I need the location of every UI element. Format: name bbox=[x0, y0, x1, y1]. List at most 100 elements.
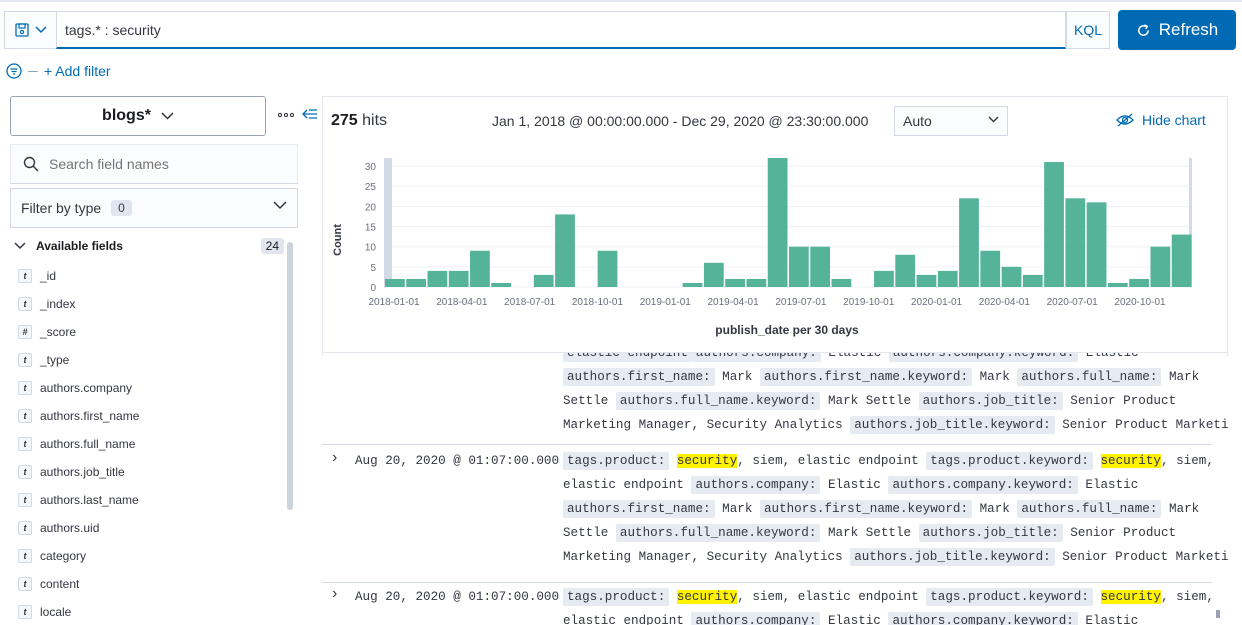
row-divider bbox=[322, 582, 1212, 583]
collapse-sidebar-icon[interactable] bbox=[302, 108, 318, 122]
document-timestamp: Aug 20, 2020 @ 01:07:00.000 bbox=[355, 454, 560, 468]
field-item[interactable]: t authors.last_name bbox=[18, 486, 278, 514]
x-tick-label: 2020-07-01 bbox=[1047, 297, 1099, 308]
field-item[interactable]: t authors.first_name bbox=[18, 402, 278, 430]
string-type-icon: t bbox=[18, 297, 32, 311]
field-value: , siem, elastic endpoint bbox=[737, 454, 927, 468]
table-scrollbar[interactable] bbox=[1216, 610, 1220, 618]
field-value: Marketing Manager, Security Analytics bbox=[563, 418, 851, 432]
histogram-bar[interactable] bbox=[831, 278, 852, 287]
field-value: Elastic bbox=[1077, 614, 1139, 625]
document-source-line: tags.product: security, siem, elastic en… bbox=[563, 449, 1214, 473]
histogram-bar[interactable] bbox=[385, 278, 405, 287]
sidebar-scrollbar[interactable] bbox=[287, 242, 293, 510]
x-tick-label: 2018-01-01 bbox=[368, 297, 420, 308]
field-item[interactable]: t authors.uid bbox=[18, 514, 278, 542]
histogram-bar[interactable] bbox=[1086, 202, 1107, 287]
more-options-icon[interactable] bbox=[278, 112, 294, 118]
histogram-bar[interactable] bbox=[1150, 246, 1171, 287]
field-key: authors.first_name.keyword: bbox=[759, 500, 973, 518]
y-tick-label: 30 bbox=[365, 162, 377, 173]
field-key: elastic endpoint bbox=[563, 353, 692, 362]
filter-by-type-label: Filter by type bbox=[21, 200, 102, 216]
interval-select[interactable]: Auto bbox=[894, 106, 1008, 136]
add-filter-button[interactable]: + Add filter bbox=[44, 63, 111, 79]
chevron-down-icon bbox=[14, 242, 26, 250]
histogram-bar[interactable] bbox=[1171, 234, 1192, 287]
field-key: tags.product: bbox=[563, 588, 670, 606]
histogram-bar[interactable] bbox=[1065, 198, 1086, 287]
field-key: authors.company.keyword: bbox=[888, 476, 1078, 494]
field-name: category bbox=[40, 549, 87, 563]
histogram-bar[interactable] bbox=[959, 198, 979, 287]
hide-chart-button[interactable]: Hide chart bbox=[1116, 112, 1206, 128]
histogram-bar[interactable] bbox=[895, 254, 916, 287]
expand-row-toggle[interactable]: › bbox=[332, 449, 337, 467]
field-search bbox=[10, 144, 298, 184]
histogram-bar[interactable] bbox=[746, 278, 767, 287]
string-type-icon: t bbox=[18, 549, 32, 563]
histogram-bar[interactable] bbox=[1001, 266, 1022, 287]
search-field-names-input[interactable] bbox=[49, 156, 289, 172]
histogram-bar[interactable] bbox=[555, 214, 575, 287]
string-type-icon: t bbox=[18, 437, 32, 451]
filter-options-icon[interactable] bbox=[6, 63, 22, 79]
field-item[interactable]: t authors.job_title bbox=[18, 458, 278, 486]
eye-closed-icon bbox=[1116, 113, 1134, 127]
histogram-bar[interactable] bbox=[406, 278, 427, 287]
field-name: _score bbox=[40, 325, 77, 339]
histogram-bar[interactable] bbox=[1129, 278, 1149, 287]
range-boundary-left bbox=[384, 158, 392, 287]
filter-by-type-button[interactable]: Filter by type 0 bbox=[10, 188, 298, 228]
histogram-bar[interactable] bbox=[1022, 274, 1043, 287]
field-item[interactable]: t authors.full_name bbox=[18, 430, 278, 458]
histogram-bar[interactable] bbox=[427, 270, 448, 287]
histogram-bar[interactable] bbox=[597, 250, 618, 287]
field-item[interactable]: t authors.company bbox=[18, 374, 278, 402]
field-key: authors.company.keyword: bbox=[888, 612, 1078, 625]
histogram-bar[interactable] bbox=[725, 278, 745, 287]
histogram-bar[interactable] bbox=[682, 282, 703, 287]
histogram-bar[interactable] bbox=[470, 250, 490, 287]
divider bbox=[28, 70, 38, 72]
histogram-bar[interactable] bbox=[703, 262, 724, 287]
histogram-bar[interactable] bbox=[810, 246, 831, 287]
histogram-bar[interactable] bbox=[916, 274, 937, 287]
field-value bbox=[1093, 590, 1101, 604]
histogram-bar[interactable] bbox=[767, 158, 788, 287]
string-type-icon: t bbox=[18, 577, 32, 591]
histogram-bar[interactable] bbox=[491, 282, 512, 287]
histogram-bar[interactable] bbox=[874, 270, 894, 287]
field-key: authors.full_name.keyword: bbox=[615, 392, 821, 410]
available-fields-header[interactable]: Available fields 24 bbox=[14, 236, 284, 256]
field-item[interactable]: t content bbox=[18, 570, 278, 598]
field-value: Mark bbox=[972, 502, 1018, 516]
field-value: elastic endpoint bbox=[563, 478, 692, 492]
index-pattern-selector[interactable]: blogs* bbox=[10, 96, 266, 136]
histogram-bar[interactable] bbox=[533, 274, 554, 287]
refresh-icon bbox=[1137, 23, 1149, 36]
y-tick-label: 0 bbox=[370, 283, 376, 294]
field-item[interactable]: t _id bbox=[18, 262, 278, 290]
histogram-bar[interactable] bbox=[937, 270, 958, 287]
field-item[interactable]: t category bbox=[18, 542, 278, 570]
document-source-line: tags.product: security, siem, elastic en… bbox=[563, 585, 1214, 609]
refresh-button[interactable]: Refresh bbox=[1118, 10, 1236, 50]
histogram-bar[interactable] bbox=[1107, 282, 1128, 287]
field-item[interactable]: t _type bbox=[18, 346, 278, 374]
histogram-bar[interactable] bbox=[980, 250, 1001, 287]
string-type-icon: t bbox=[18, 605, 32, 619]
document-source-line: authors.first_name: Mark authors.first_n… bbox=[563, 497, 1213, 521]
field-item[interactable]: t _index bbox=[18, 290, 278, 318]
field-item[interactable]: t locale bbox=[18, 598, 278, 625]
saved-query-button[interactable] bbox=[4, 11, 56, 49]
field-item[interactable]: # _score bbox=[18, 318, 278, 346]
query-bar: KQL Refresh bbox=[0, 0, 1242, 60]
histogram-bar[interactable] bbox=[1044, 162, 1064, 287]
query-language-button[interactable]: KQL bbox=[1066, 11, 1110, 49]
expand-row-toggle[interactable]: › bbox=[332, 585, 337, 603]
query-input[interactable] bbox=[56, 11, 1066, 49]
histogram-bar[interactable] bbox=[448, 270, 469, 287]
histogram-bar[interactable] bbox=[789, 246, 809, 287]
available-fields-label: Available fields bbox=[36, 239, 123, 253]
